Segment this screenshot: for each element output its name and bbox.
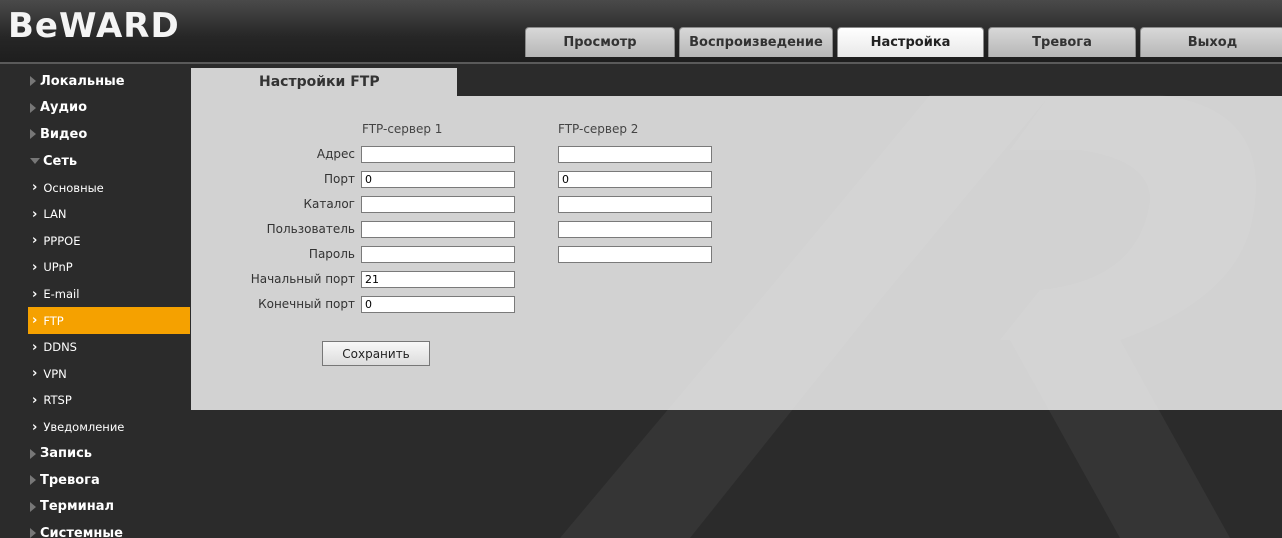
sidebar-item-ftp[interactable]: › FTP xyxy=(28,307,190,334)
sidebar-item-terminal[interactable]: Терминал xyxy=(28,494,190,521)
server2-heading: FTP-сервер 2 xyxy=(558,122,639,136)
end-port-label: Конечный порт xyxy=(258,297,355,311)
tab-settings[interactable]: Настройка xyxy=(837,27,984,57)
sidebar-item-rtsp[interactable]: › RTSP xyxy=(28,387,190,414)
tab-view[interactable]: Просмотр xyxy=(525,27,675,57)
user-label: Пользователь xyxy=(266,222,355,236)
tab-alarm[interactable]: Тревога xyxy=(988,27,1136,57)
ftp-settings-content: Настройки FTP FTP-сервер 1 FTP-сервер 2 … xyxy=(191,68,1282,410)
triangle-right-icon xyxy=(30,528,36,538)
save-button[interactable]: Сохранить xyxy=(322,341,430,366)
chevron-right-icon: › xyxy=(32,259,38,275)
sidebar-item-label: E-mail xyxy=(43,287,80,302)
server1-address-input[interactable] xyxy=(361,146,515,163)
sidebar-item-label: Аудио xyxy=(40,100,88,116)
chevron-right-icon: › xyxy=(32,206,38,222)
sidebar-item-label: Уведомление xyxy=(43,420,125,435)
sidebar-item-label: DDNS xyxy=(43,340,77,355)
triangle-right-icon xyxy=(30,129,36,140)
triangle-right-icon xyxy=(30,76,36,87)
sidebar-item-label: FTP xyxy=(43,313,64,328)
port-label: Порт xyxy=(324,172,355,186)
sidebar: Локальные Аудио Видео Сеть › Основные › LA… xyxy=(28,68,190,538)
sidebar-item-record[interactable]: Запись xyxy=(28,440,190,467)
sidebar-item-network[interactable]: Сеть xyxy=(28,148,190,175)
server1-password-input[interactable] xyxy=(361,246,515,263)
chevron-right-icon: › xyxy=(32,366,38,382)
sidebar-item-alarm[interactable]: Тревога xyxy=(28,467,190,494)
chevron-right-icon: › xyxy=(32,339,38,355)
sidebar-item-lan[interactable]: › LAN xyxy=(28,201,190,228)
sidebar-item-label: Видео xyxy=(40,126,88,142)
sidebar-item-ddns[interactable]: › DDNS xyxy=(28,334,190,361)
server1-directory-input[interactable] xyxy=(361,196,515,213)
triangle-right-icon xyxy=(30,102,36,113)
sidebar-item-local[interactable]: Локальные xyxy=(28,68,190,95)
sidebar-item-email[interactable]: › E-mail xyxy=(28,281,190,308)
sidebar-item-notification[interactable]: › Уведомление xyxy=(28,414,190,441)
sidebar-item-label: Локальные xyxy=(40,73,125,89)
sidebar-item-label: Тревога xyxy=(40,472,100,488)
server2-address-input[interactable] xyxy=(558,146,712,163)
address-label: Адрес xyxy=(316,147,355,161)
triangle-right-icon xyxy=(30,501,36,512)
header-divider xyxy=(0,62,1282,64)
sidebar-item-label: Основные xyxy=(43,180,104,195)
chevron-right-icon: › xyxy=(32,313,38,329)
sidebar-item-label: Запись xyxy=(40,446,93,462)
beward-logo: BeWARD xyxy=(8,6,180,46)
server1-port-input[interactable]: 0 xyxy=(361,171,515,188)
sidebar-item-label: Терминал xyxy=(40,499,115,515)
server2-user-input[interactable] xyxy=(558,221,712,238)
end-port-input[interactable]: 0 xyxy=(361,296,515,313)
directory-label: Каталог xyxy=(303,197,355,211)
top-header: BeWARD Просмотр Воспроизведение Настройк… xyxy=(0,0,1282,62)
main-tabs: Просмотр Воспроизведение Настройка Трево… xyxy=(525,27,1282,57)
server1-heading: FTP-сервер 1 xyxy=(362,122,443,136)
tab-playback[interactable]: Воспроизведение xyxy=(679,27,833,57)
sidebar-item-pppoe[interactable]: › PPPOE xyxy=(28,228,190,255)
chevron-right-icon: › xyxy=(32,286,38,302)
triangle-right-icon xyxy=(30,448,36,459)
server2-port-input[interactable]: 0 xyxy=(558,171,712,188)
server1-user-input[interactable] xyxy=(361,221,515,238)
sidebar-item-label: Сеть xyxy=(43,153,78,169)
password-label: Пароль xyxy=(308,247,355,261)
sidebar-item-label: Системные xyxy=(40,525,123,538)
chevron-right-icon: › xyxy=(32,392,38,408)
sidebar-item-label: PPPOE xyxy=(43,233,81,248)
sidebar-item-vpn[interactable]: › VPN xyxy=(28,361,190,388)
sidebar-item-audio[interactable]: Аудио xyxy=(28,95,190,122)
chevron-right-icon: › xyxy=(32,180,38,196)
triangle-right-icon xyxy=(30,475,36,486)
sidebar-item-basic[interactable]: › Основные xyxy=(28,174,190,201)
triangle-down-icon xyxy=(30,158,40,165)
sidebar-item-label: VPN xyxy=(43,366,67,381)
server2-password-input[interactable] xyxy=(558,246,712,263)
chevron-right-icon: › xyxy=(32,419,38,435)
sidebar-item-upnp[interactable]: › UPnP xyxy=(28,254,190,281)
chevron-right-icon: › xyxy=(32,233,38,249)
start-port-input[interactable]: 21 xyxy=(361,271,515,288)
tab-exit[interactable]: Выход xyxy=(1140,27,1282,57)
sidebar-item-system[interactable]: Системные xyxy=(28,520,190,538)
ftp-settings-panel: FTP-сервер 1 FTP-сервер 2 Адрес Порт 0 0… xyxy=(191,96,1282,410)
start-port-label: Начальный порт xyxy=(250,272,355,286)
sidebar-item-label: LAN xyxy=(43,207,67,222)
sidebar-item-video[interactable]: Видео xyxy=(28,121,190,148)
page-title: Настройки FTP xyxy=(191,68,457,96)
server2-directory-input[interactable] xyxy=(558,196,712,213)
sidebar-item-label: RTSP xyxy=(43,393,72,408)
sidebar-item-label: UPnP xyxy=(43,260,73,275)
